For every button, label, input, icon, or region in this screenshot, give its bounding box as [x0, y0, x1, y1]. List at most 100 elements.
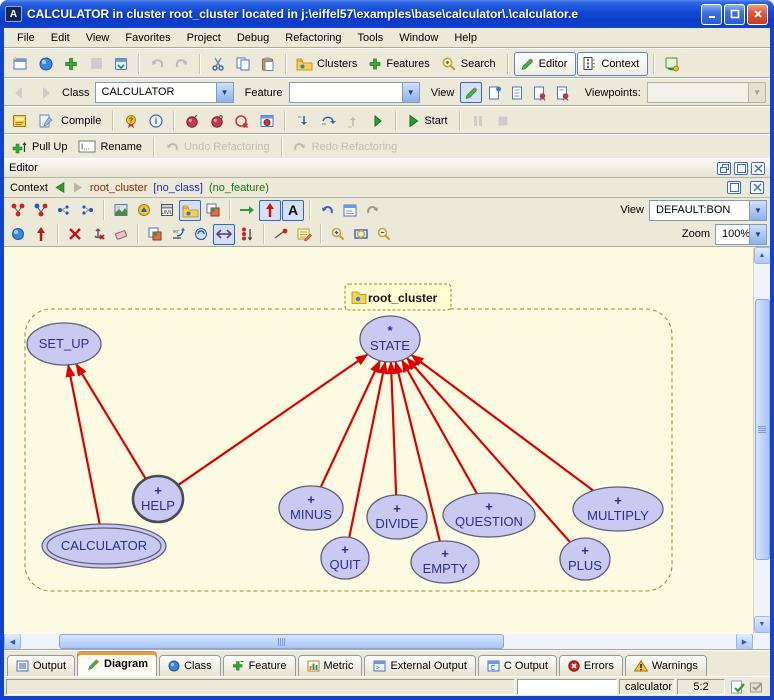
sort-depth-icon[interactable]	[236, 224, 258, 245]
close-context-icon[interactable]	[750, 181, 764, 194]
diagram-undo-icon[interactable]	[316, 200, 338, 221]
text-view-button[interactable]	[460, 82, 482, 103]
clusters-button[interactable]: Clusters	[292, 52, 363, 76]
menu-window[interactable]: Window	[392, 30, 445, 46]
tab-warnings[interactable]: Warnings	[625, 655, 707, 676]
diagram-node-plus[interactable]: +PLUS	[560, 538, 610, 580]
eraser-icon[interactable]	[110, 224, 132, 245]
run-to-cursor-button[interactable]	[366, 109, 390, 133]
menu-edit[interactable]: Edit	[44, 30, 77, 46]
tab-diagram[interactable]: Diagram	[77, 651, 157, 676]
text-tool-icon[interactable]: A	[282, 200, 304, 221]
close-pane-icon[interactable]	[751, 162, 765, 175]
menu-view[interactable]: View	[79, 30, 117, 46]
zoom-in-icon[interactable]	[327, 224, 349, 245]
history-forward-icon[interactable]	[72, 182, 84, 193]
diagram-history-icon[interactable]	[339, 200, 361, 221]
back-icon[interactable]	[8, 81, 32, 105]
breakpoints-enable-button[interactable]	[180, 109, 204, 133]
finalize-button[interactable]: ?	[119, 109, 143, 133]
maximize-button[interactable]	[724, 4, 745, 25]
close-window-button[interactable]	[84, 52, 108, 76]
tab-errors[interactable]: Errors	[559, 655, 623, 676]
delete-tool-icon[interactable]	[64, 224, 86, 245]
forward-icon[interactable]	[33, 81, 57, 105]
zoom-out-icon[interactable]	[373, 224, 395, 245]
cluster-view-icon[interactable]	[179, 200, 201, 221]
tab-class[interactable]: Class	[159, 655, 221, 676]
contract-view-button[interactable]	[529, 82, 551, 103]
feature-combobox[interactable]: ▼	[289, 82, 420, 103]
start-button[interactable]: Start	[402, 109, 453, 133]
title-bar[interactable]: A CALCULATOR in cluster root_cluster loc…	[0, 0, 774, 28]
redo-refactoring-button[interactable]: Redo Refactoring	[288, 135, 404, 159]
menu-file[interactable]: File	[10, 30, 42, 46]
chevron-down-icon[interactable]: ▼	[749, 225, 766, 244]
maximize-context-icon[interactable]	[727, 181, 741, 194]
diagram-node-set_up[interactable]: SET_UP	[27, 323, 101, 365]
vertical-scroll-thumb[interactable]	[755, 299, 770, 559]
class-links-icon[interactable]	[7, 200, 29, 221]
force-directed-icon[interactable]	[270, 224, 292, 245]
tab-metric[interactable]: Metric	[298, 655, 363, 676]
client-links-icon[interactable]	[76, 200, 98, 221]
stop-button[interactable]	[491, 109, 515, 133]
tab-feature[interactable]: Feature	[223, 655, 296, 676]
editor-toggle-button[interactable]: Editor	[514, 52, 577, 76]
menu-help[interactable]: Help	[447, 30, 484, 46]
diagram-node-calculator[interactable]: CALCULATOR	[42, 524, 166, 568]
diagram-view-combobox[interactable]: DEFAULT:BON ▼	[649, 200, 767, 221]
diagram-node-help[interactable]: +HELP	[133, 476, 183, 522]
menu-tools[interactable]: Tools	[351, 30, 391, 46]
pull-up-button[interactable]: Pull Up	[8, 135, 73, 159]
new-window-button[interactable]	[8, 52, 33, 76]
class-combobox[interactable]: CALCULATOR ▼	[95, 82, 234, 103]
context-cluster[interactable]: root_cluster	[90, 182, 147, 194]
add-window-button[interactable]	[59, 52, 83, 76]
diagram-node-question[interactable]: +QUESTION	[443, 493, 535, 537]
open-window-button[interactable]	[34, 52, 58, 76]
cut-button[interactable]	[206, 52, 230, 76]
client-supplier-link-icon[interactable]	[236, 200, 258, 221]
chevron-down-icon[interactable]: ▼	[749, 201, 766, 220]
undock-icon[interactable]	[717, 162, 731, 175]
export-png-icon[interactable]	[110, 200, 132, 221]
redo-icon[interactable]	[170, 52, 194, 76]
export-emf-icon[interactable]	[133, 200, 155, 221]
diagram-node-quit[interactable]: +QUIT	[321, 537, 369, 579]
debug-window-button[interactable]	[255, 109, 279, 133]
menu-refactoring[interactable]: Refactoring	[278, 30, 348, 46]
context-class[interactable]: [no_class]	[153, 182, 203, 194]
search-button[interactable]: Search	[437, 52, 502, 76]
zoom-combobox[interactable]: 100% ▼	[715, 224, 767, 245]
external-editor-button[interactable]	[660, 52, 685, 76]
diagram-node-multiply[interactable]: +MULTIPLY	[573, 487, 663, 531]
scroll-left-icon[interactable]: ◀	[4, 633, 21, 650]
new-class-tool-icon[interactable]	[7, 224, 29, 245]
diagram-redo-icon[interactable]	[362, 200, 384, 221]
vertical-scrollbar[interactable]: ▲ ▼	[753, 247, 770, 633]
paste-button[interactable]	[256, 52, 280, 76]
features-button[interactable]: Features	[364, 52, 435, 76]
step-over-button[interactable]	[316, 109, 340, 133]
scroll-right-icon[interactable]: ▶	[736, 633, 753, 650]
pause-button[interactable]	[466, 109, 490, 133]
step-into-button[interactable]	[291, 109, 315, 133]
horizontal-scroll-thumb[interactable]	[59, 634, 504, 649]
info-button[interactable]: i	[144, 109, 168, 133]
close-button[interactable]	[747, 4, 768, 25]
context-toggle-button[interactable]: Context	[577, 52, 648, 76]
chevron-down-icon[interactable]: ▼	[402, 83, 419, 102]
tab-c-output[interactable]: CC Output	[478, 655, 557, 676]
diagram-cluster-label[interactable]: root_cluster	[345, 284, 451, 310]
menu-project[interactable]: Project	[180, 30, 228, 46]
undo-icon[interactable]	[145, 52, 169, 76]
step-out-button[interactable]	[341, 109, 365, 133]
scroll-down-icon[interactable]: ▼	[754, 616, 771, 633]
minimize-button[interactable]	[701, 4, 722, 25]
uml-view-icon[interactable]: UML	[156, 200, 178, 221]
tab-output[interactable]: Output	[7, 655, 75, 676]
interface-view-button[interactable]	[552, 82, 574, 103]
remove-anchor-icon[interactable]	[87, 224, 109, 245]
breakpoints-remove-button[interactable]	[230, 109, 254, 133]
